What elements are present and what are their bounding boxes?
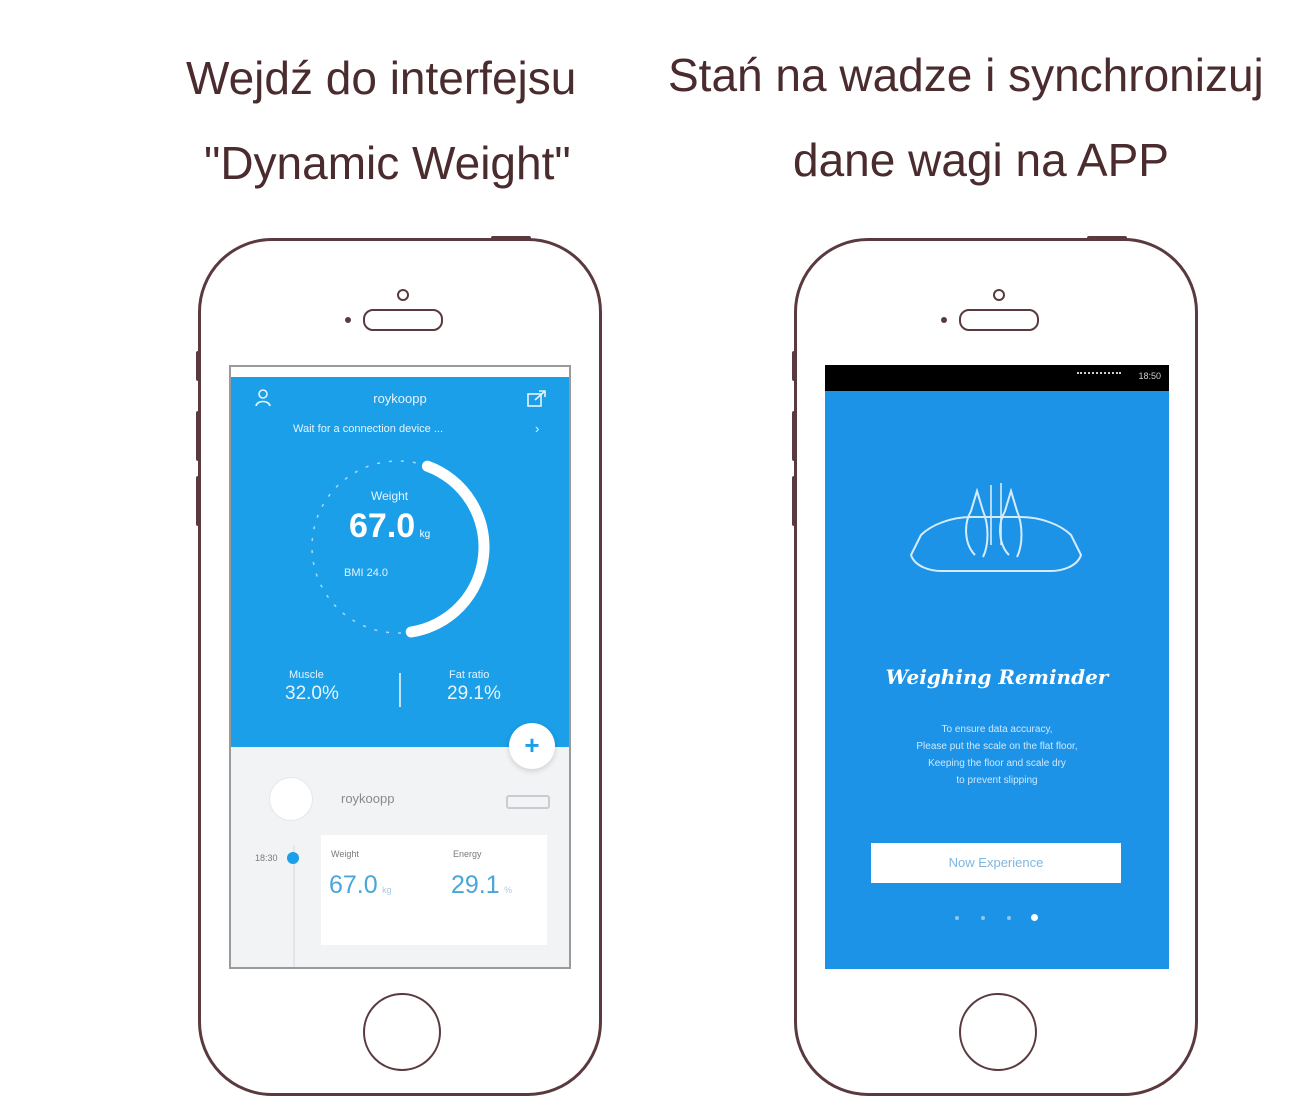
- volume-up-button: [792, 411, 796, 461]
- now-experience-button[interactable]: Now Experience: [871, 843, 1121, 883]
- screen-dynamic-weight: roykoopp Wait for a connection device ..…: [229, 365, 571, 969]
- stats-divider: [399, 673, 401, 707]
- weight-gauge: [311, 460, 490, 638]
- record-card[interactable]: Weight 67.0 kg Energy 29.1 %: [321, 835, 547, 945]
- add-button[interactable]: +: [509, 723, 555, 769]
- phone-right: 18:50 Weighing Reminder To ensure data a…: [792, 236, 1198, 1096]
- phone-left: roykoopp Wait for a connection device ..…: [196, 236, 602, 1096]
- description-line: to prevent slipping: [956, 775, 1038, 786]
- volume-up-button: [196, 411, 200, 461]
- weight-header-panel: roykoopp Wait for a connection device ..…: [231, 377, 569, 747]
- page-dot[interactable]: [955, 916, 959, 920]
- power-button: [1087, 236, 1127, 240]
- description-line: Keeping the floor and scale dry: [928, 758, 1066, 769]
- reminder-description: To ensure data accuracy, Please put the …: [825, 721, 1169, 789]
- weight-value-group: 67.0 kg: [349, 507, 430, 546]
- record-weight: 67.0 kg: [329, 871, 392, 900]
- front-camera: [397, 289, 409, 301]
- avatar[interactable]: [269, 777, 313, 821]
- share-icon[interactable]: [527, 389, 547, 407]
- record-time: 18:30: [255, 853, 278, 863]
- sensor-dot: [345, 317, 351, 323]
- volume-down-button: [196, 476, 200, 526]
- fat-ratio-label: Fat ratio: [449, 669, 490, 681]
- app-title: roykoopp: [373, 391, 427, 406]
- caption-left-line2: "Dynamic Weight": [204, 137, 571, 189]
- front-camera: [993, 289, 1005, 301]
- caption-right-line1: Stań na wadze i synchronizuj: [668, 49, 1264, 101]
- record-energy-unit: %: [504, 885, 513, 895]
- weight-label: Weight: [331, 849, 359, 859]
- fat-ratio-value: 29.1%: [447, 683, 501, 704]
- bmi-value: BMI 24.0: [344, 567, 389, 579]
- description-line: To ensure data accuracy,: [941, 724, 1053, 735]
- record-weight-value: 67.0: [329, 871, 378, 899]
- volume-down-button: [792, 476, 796, 526]
- page-dot-active[interactable]: [1031, 914, 1038, 921]
- caption-left-line1: Wejdź do interfejsu: [186, 52, 577, 104]
- page-dot[interactable]: [981, 916, 985, 920]
- reminder-title: Weighing Reminder: [885, 665, 1109, 689]
- connection-status: Wait for a connection device ...: [293, 423, 443, 435]
- status-icons: [1077, 372, 1121, 384]
- weight-unit: kg: [419, 529, 431, 540]
- description-line: Please put the scale on the flat floor,: [916, 741, 1078, 752]
- muscle-value: 32.0%: [285, 683, 339, 704]
- page-indicator: [955, 913, 1045, 923]
- user-name: roykoopp: [341, 791, 395, 806]
- energy-label: Energy: [453, 849, 482, 859]
- earpiece-speaker: [363, 309, 443, 331]
- device-battery-icon: [506, 795, 550, 809]
- muscle-label: Muscle: [289, 669, 324, 681]
- caption-right-line2: dane wagi na APP: [793, 134, 1169, 186]
- page-dot[interactable]: [1007, 916, 1011, 920]
- status-strip: [231, 367, 569, 377]
- scale-feet-icon: [909, 483, 1083, 572]
- home-button[interactable]: [363, 993, 441, 1071]
- earpiece-speaker: [959, 309, 1039, 331]
- status-bar: 18:50: [825, 365, 1169, 391]
- gauge-label: Weight: [371, 489, 409, 503]
- screen-weighing-reminder: 18:50 Weighing Reminder To ensure data a…: [825, 365, 1169, 969]
- timeline-dot: [287, 852, 299, 864]
- home-button[interactable]: [959, 993, 1037, 1071]
- sensor-dot: [941, 317, 947, 323]
- connection-chevron-icon[interactable]: ›: [535, 421, 539, 436]
- weight-value: 67.0: [349, 507, 416, 545]
- side-button: [792, 351, 796, 381]
- record-weight-unit: kg: [382, 885, 392, 895]
- record-energy-value: 29.1: [451, 871, 500, 899]
- power-button: [491, 236, 531, 240]
- status-time: 18:50: [1138, 371, 1161, 381]
- side-button: [196, 351, 200, 381]
- record-energy: 29.1 %: [451, 871, 512, 900]
